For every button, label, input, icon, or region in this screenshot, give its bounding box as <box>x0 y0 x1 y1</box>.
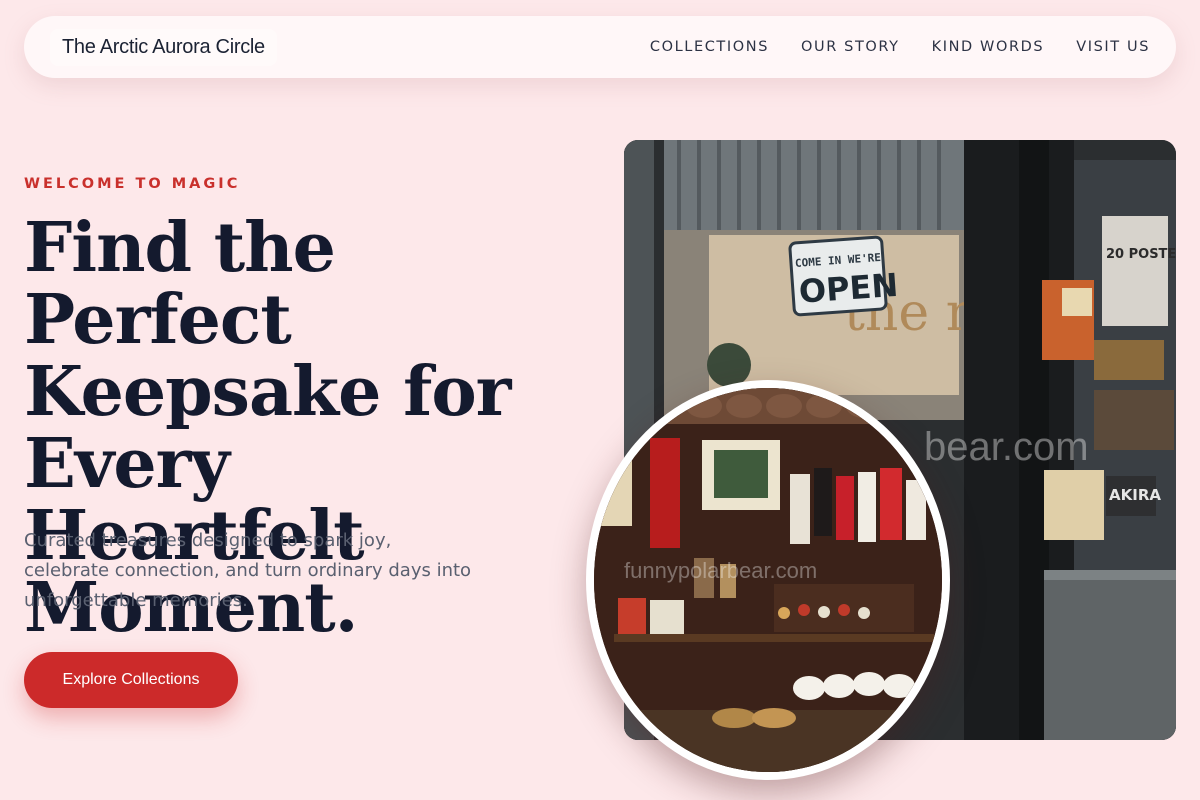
open-sign-main: OPEN <box>798 266 900 311</box>
explore-collections-button[interactable]: Explore Collections <box>24 652 238 708</box>
main-nav: COLLECTIONS OUR STORY KIND WORDS VISIT U… <box>650 39 1150 55</box>
souvenir-stall-illustration: funnypolarbear.com <box>594 388 942 772</box>
site-header: The Arctic Aurora Circle COLLECTIONS OUR… <box>24 16 1176 78</box>
main-watermark: bear.com <box>924 425 1089 469</box>
book-title: AKIRA <box>1109 486 1161 504</box>
hero-eyebrow: WELCOME TO MAGIC <box>24 176 241 192</box>
headline-line-1: Find the Perfect <box>24 208 336 360</box>
souvenir-stall-photo: funnypolarbear.com <box>586 380 950 780</box>
nav-our-story[interactable]: OUR STORY <box>801 39 900 55</box>
hero-subtitle: Curated treasures designed to spark joy,… <box>24 530 472 611</box>
poster-text: 20 POSTERS <box>1106 247 1176 262</box>
headline-line-2: Keepsake for <box>24 352 512 432</box>
circle-watermark: funnypolarbear.com <box>624 558 817 583</box>
nav-visit-us[interactable]: VISIT US <box>1076 39 1150 55</box>
nav-collections[interactable]: COLLECTIONS <box>650 39 769 55</box>
nav-kind-words[interactable]: KIND WORDS <box>932 39 1045 55</box>
brand-logo[interactable]: The Arctic Aurora Circle <box>50 28 277 66</box>
